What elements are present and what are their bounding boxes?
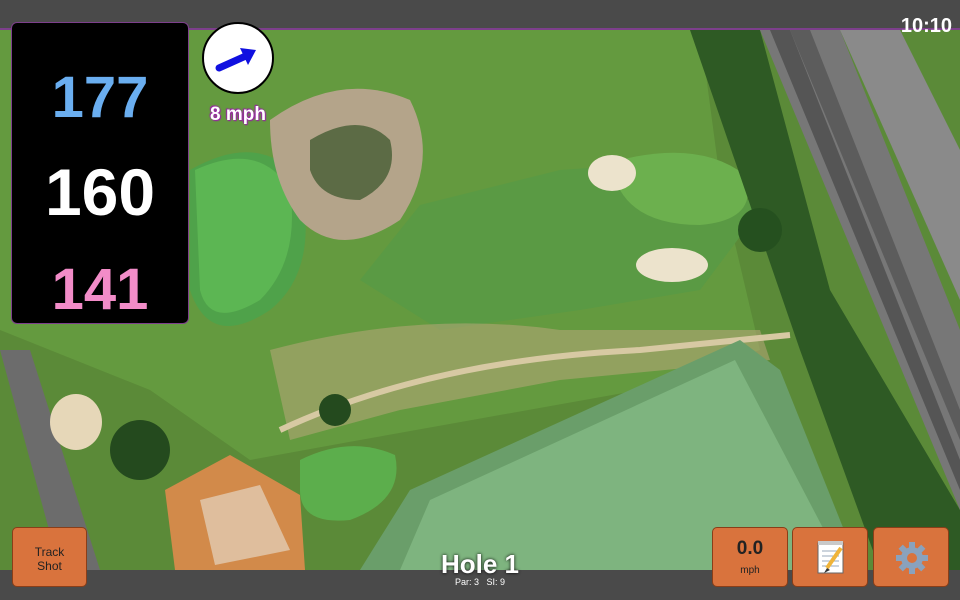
gear-icon — [896, 542, 928, 574]
clock-time: 10:10 — [900, 15, 952, 37]
distance-panel: 177 160 141 — [11, 22, 189, 324]
notes-button[interactable] — [792, 527, 868, 587]
notepad-icon — [817, 541, 844, 574]
hole-title: Hole 1 — [440, 549, 520, 579]
wind-indicator[interactable] — [202, 22, 274, 94]
speed-value: 0.0 — [736, 538, 764, 559]
hole-par-si: Par: 3 SI: 9 — [454, 577, 506, 587]
speed-button[interactable]: 0.0 mph — [712, 527, 788, 587]
wind-speed-label: 8 mph — [210, 104, 266, 125]
distance-back: 177 — [51, 65, 149, 130]
track-shot-button[interactable]: Track Shot — [12, 527, 87, 587]
wind-direction-arrow-icon — [215, 48, 256, 72]
track-shot-label: Track Shot — [34, 545, 65, 573]
settings-button[interactable] — [873, 527, 949, 587]
speed-unit: mph — [740, 565, 760, 576]
distance-middle: 160 — [44, 155, 156, 229]
distance-front: 141 — [51, 257, 149, 322]
